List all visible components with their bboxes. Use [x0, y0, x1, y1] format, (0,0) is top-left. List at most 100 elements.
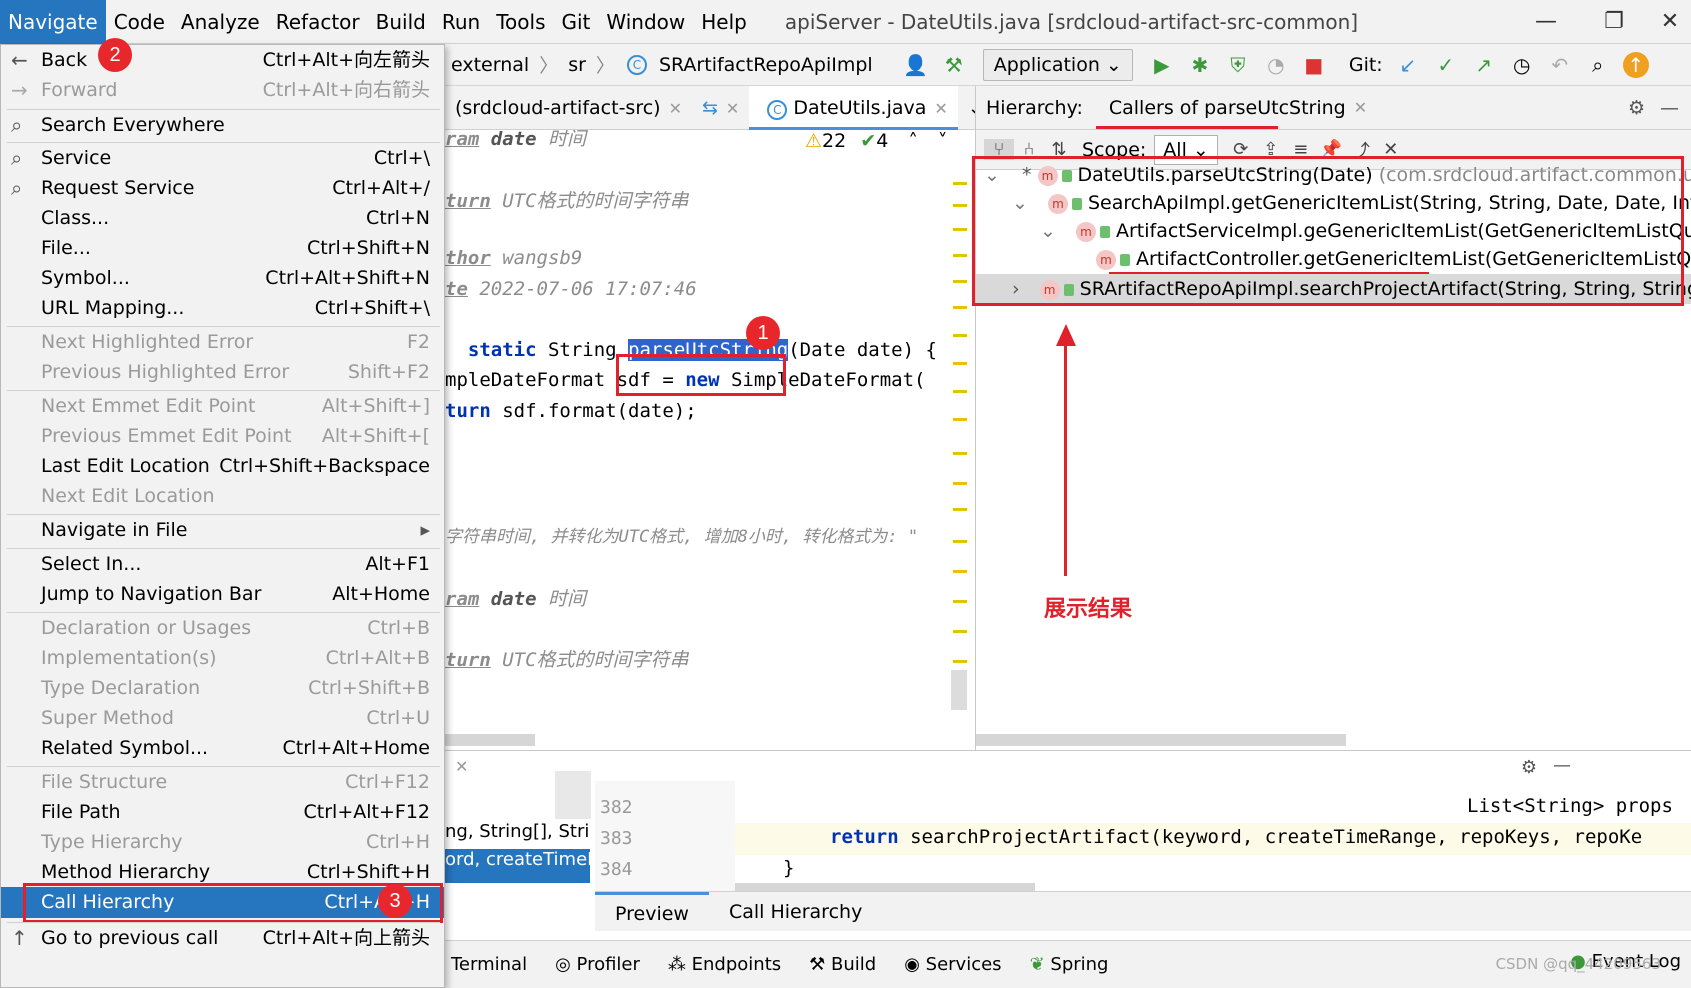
menu-item-go-previous-call[interactable]: ↑ Go to previous call Ctrl+Alt+向上箭头	[1, 923, 444, 954]
menu-item-related-symbol[interactable]: Related Symbol... Ctrl+Alt+Home	[1, 733, 444, 764]
scroll-thumb[interactable]	[555, 771, 591, 819]
warning-stripe[interactable]	[953, 306, 967, 309]
tab-srdcloud-artifact-src[interactable]: (srdcloud-artifact-src) ✕	[445, 86, 692, 130]
warning-stripe[interactable]	[953, 204, 967, 207]
warning-stripe[interactable]	[953, 280, 967, 283]
menu-item-type-declaration[interactable]: Type Declaration Ctrl+Shift+B	[1, 673, 444, 704]
breadcrumb-sr[interactable]: sr	[562, 54, 592, 76]
git-push-icon[interactable]: ↗	[1471, 52, 1497, 78]
close-icon[interactable]: ✕	[726, 99, 739, 118]
update-icon[interactable]: ↑	[1622, 51, 1649, 78]
close-icon[interactable]: ✕	[455, 757, 468, 776]
close-icon[interactable]: ✕	[669, 99, 682, 118]
hammer-icon[interactable]: ⚒	[941, 52, 967, 78]
tool-spring[interactable]: ❦ Spring	[1030, 954, 1109, 975]
close-icon[interactable]: ✕	[1640, 0, 1691, 44]
menu-item-request-service[interactable]: ⌕ Request Service Ctrl+Alt+/	[1, 173, 444, 204]
tab-call-hierarchy[interactable]: Call Hierarchy	[709, 901, 882, 923]
menu-item-next-emmet[interactable]: Next Emmet Edit Point Alt+Shift+]	[1, 391, 444, 422]
warning-stripe[interactable]	[953, 418, 967, 421]
gear-icon[interactable]: ⚙	[1521, 757, 1537, 778]
menu-item-class[interactable]: Class... Ctrl+N	[1, 203, 444, 234]
menu-item-back[interactable]: ← Back Ctrl+Alt+向左箭头	[1, 45, 444, 76]
menu-item-file-path[interactable]: File Path Ctrl+Alt+F12	[1, 797, 444, 828]
coverage-icon[interactable]: ⛨	[1225, 52, 1251, 78]
partial-selected-text[interactable]: ord, createTimeR	[445, 849, 590, 883]
menu-item-declaration[interactable]: Declaration or Usages Ctrl+B	[1, 613, 444, 644]
menu-code[interactable]: Code	[106, 0, 173, 44]
gear-icon[interactable]: ⚙	[1628, 97, 1645, 119]
git-update-icon[interactable]: ↙	[1395, 52, 1421, 78]
warning-stripe[interactable]	[953, 660, 967, 663]
hide-icon[interactable]: —	[1660, 97, 1679, 119]
rollback-icon[interactable]: ↶	[1547, 52, 1573, 78]
menu-item-prev-error[interactable]: Previous Highlighted Error Shift+F2	[1, 357, 444, 388]
menu-window[interactable]: Window	[598, 0, 693, 44]
menu-analyze[interactable]: Analyze	[173, 0, 268, 44]
menu-item-implementation[interactable]: Implementation(s) Ctrl+Alt+B	[1, 643, 444, 674]
menu-navigate[interactable]: Navigate	[0, 0, 106, 44]
menu-item-file-structure[interactable]: File Structure Ctrl+F12	[1, 767, 444, 798]
tool-build[interactable]: ⚒ Build	[809, 954, 876, 975]
run-icon[interactable]: ▶	[1149, 52, 1175, 78]
git-commit-icon[interactable]: ✓	[1433, 52, 1459, 78]
menu-item-url-mapping[interactable]: URL Mapping... Ctrl+Shift+\	[1, 293, 444, 324]
menu-tools[interactable]: Tools	[488, 0, 553, 44]
history-icon[interactable]: ◷	[1509, 52, 1535, 78]
menu-item-super-method[interactable]: Super Method Ctrl+U	[1, 703, 444, 734]
tab-dateutils[interactable]: C DateUtils.java ✕	[749, 85, 958, 130]
breadcrumb-class[interactable]: SRArtifactRepoApiImpl	[653, 54, 879, 76]
warning-stripe[interactable]	[953, 508, 967, 511]
chevron-up-icon[interactable]: ˄	[908, 130, 918, 152]
profile-icon[interactable]: ◔	[1263, 52, 1289, 78]
menu-item-file[interactable]: File... Ctrl+Shift+N	[1, 233, 444, 264]
close-icon[interactable]: ✕	[1354, 98, 1367, 117]
warning-stripe[interactable]	[953, 334, 967, 337]
minimize-icon[interactable]: —	[1516, 0, 1576, 44]
menu-run[interactable]: Run	[434, 0, 488, 44]
tool-profiler[interactable]: ◎ Profiler	[555, 954, 640, 975]
warning-stripe[interactable]	[953, 570, 967, 573]
run-configuration-select[interactable]: Application ⌄	[982, 48, 1133, 81]
menu-item-next-error[interactable]: Next Highlighted Error F2	[1, 327, 444, 358]
warning-stripe[interactable]	[953, 452, 967, 455]
close-icon[interactable]: ✕	[934, 99, 947, 118]
warning-stripe[interactable]	[953, 482, 967, 485]
horizontal-scrollbar[interactable]	[976, 734, 1346, 746]
menu-help[interactable]: Help	[693, 0, 755, 44]
maximize-icon[interactable]: ❐	[1584, 0, 1644, 44]
tool-endpoints[interactable]: ⁂ Endpoints	[668, 954, 781, 975]
warning-stripe[interactable]	[953, 182, 967, 185]
menu-item-navigate-in-file[interactable]: Navigate in File ▸	[1, 515, 444, 546]
inspection-widget[interactable]: ⚠22 ✔4 ˄ ˅	[805, 130, 947, 152]
menu-item-prev-emmet[interactable]: Previous Emmet Edit Point Alt+Shift+[	[1, 421, 444, 452]
menu-item-symbol[interactable]: Symbol... Ctrl+Alt+Shift+N	[1, 263, 444, 294]
tab-diff[interactable]: ⇆ ✕	[692, 86, 749, 130]
horizontal-scrollbar[interactable]	[445, 734, 535, 746]
warning-stripe[interactable]	[953, 390, 967, 393]
menu-git[interactable]: Git	[554, 0, 599, 44]
search-icon[interactable]: ⌕	[1585, 52, 1611, 78]
tab-callers[interactable]: Callers of parseUtcString	[1109, 97, 1346, 119]
tool-terminal[interactable]: Terminal	[451, 954, 527, 975]
menu-build[interactable]: Build	[368, 0, 434, 44]
menu-item-next-edit[interactable]: Next Edit Location	[1, 481, 444, 512]
code-editor[interactable]: ⚠22 ✔4 ˄ ˅ ram date 时间 turn UTC格式的时间字符串 …	[445, 130, 975, 750]
editor-scrollbar[interactable]	[951, 670, 967, 710]
warning-stripe[interactable]	[953, 228, 967, 231]
hide-icon[interactable]: —	[1553, 755, 1571, 776]
menu-item-select-in[interactable]: Select In... Alt+F1	[1, 549, 444, 580]
menu-item-forward[interactable]: → Forward Ctrl+Alt+向右箭头	[1, 75, 444, 106]
menu-item-search-everywhere[interactable]: ⌕ Search Everywhere	[1, 110, 444, 141]
debug-icon[interactable]: ✱	[1187, 52, 1213, 78]
user-icon[interactable]: 👤	[903, 52, 929, 78]
warning-stripe[interactable]	[953, 362, 967, 365]
warning-stripe[interactable]	[953, 600, 967, 603]
warning-stripe[interactable]	[953, 540, 967, 543]
menu-item-last-edit[interactable]: Last Edit Location Ctrl+Shift+Backspace	[1, 451, 444, 482]
menu-refactor[interactable]: Refactor	[268, 0, 368, 44]
warning-stripe[interactable]	[953, 630, 967, 633]
tab-preview[interactable]: Preview	[595, 891, 709, 932]
menu-item-jump-nav-bar[interactable]: Jump to Navigation Bar Alt+Home	[1, 579, 444, 610]
menu-item-type-hierarchy[interactable]: Type Hierarchy Ctrl+H	[1, 827, 444, 858]
